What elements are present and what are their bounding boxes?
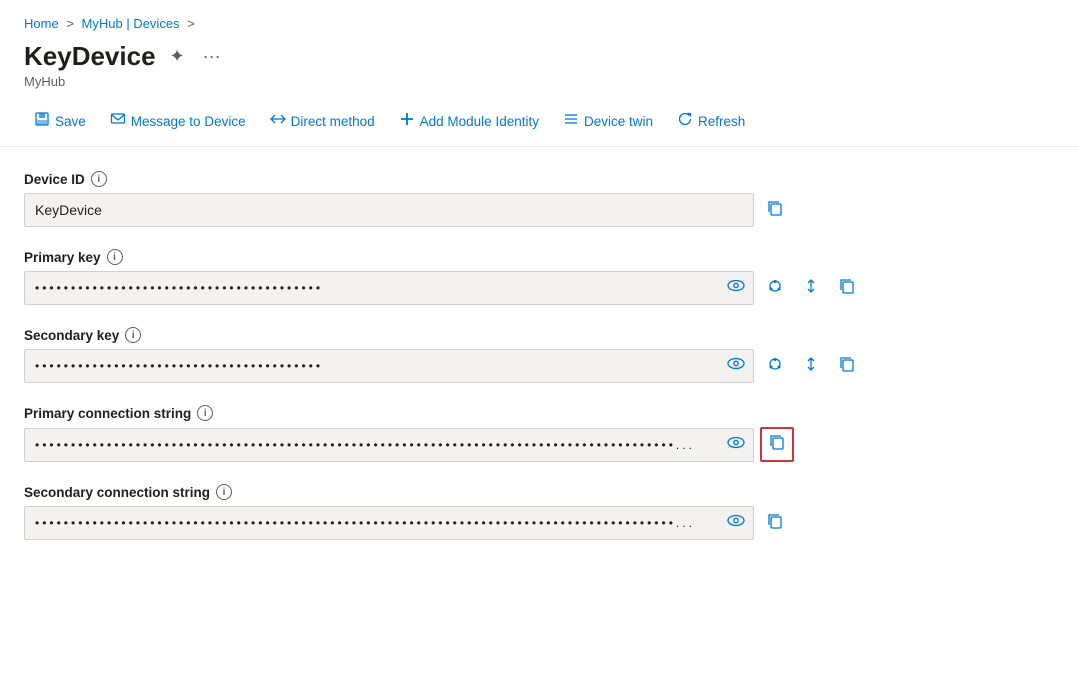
save-button[interactable]: Save <box>24 105 96 138</box>
secondary-connection-copy-button[interactable] <box>760 508 790 539</box>
eye-icon <box>727 279 745 293</box>
breadcrumb-sep2: > <box>187 16 195 31</box>
breadcrumb-hub-devices[interactable]: MyHub | Devices <box>82 16 180 31</box>
message-label: Message to Device <box>131 114 246 129</box>
primary-key-group: Primary key i ••••••••••••••••••••••••••… <box>24 249 936 305</box>
copy-icon <box>838 277 856 295</box>
direct-method-icon <box>270 111 286 132</box>
primary-key-input[interactable]: •••••••••••••••••••••••••••••••••••••••• <box>24 271 754 305</box>
more-options-icon[interactable]: ··· <box>199 44 225 69</box>
add-module-label: Add Module Identity <box>420 114 539 129</box>
direct-method-label: Direct method <box>291 114 375 129</box>
content-area: Device ID i KeyDevice Primary key i ••••… <box>0 147 960 586</box>
primary-key-eye-button[interactable] <box>725 277 747 300</box>
device-id-group: Device ID i KeyDevice <box>24 171 936 227</box>
secondary-key-copy-button[interactable] <box>832 351 862 382</box>
secondary-key-info-icon[interactable]: i <box>125 327 141 343</box>
device-twin-label: Device twin <box>584 114 653 129</box>
message-to-device-button[interactable]: Message to Device <box>100 105 256 138</box>
swap-icon <box>802 277 820 295</box>
primary-key-value: •••••••••••••••••••••••••••••••••••••••• <box>35 281 717 295</box>
toolbar: Save Message to Device Direct method <box>0 97 1078 147</box>
secondary-key-regen-button[interactable] <box>760 351 790 382</box>
device-id-info-icon[interactable]: i <box>91 171 107 187</box>
regenerate-icon <box>766 355 784 373</box>
refresh-icon <box>677 111 693 132</box>
save-label: Save <box>55 114 86 129</box>
refresh-button[interactable]: Refresh <box>667 105 755 138</box>
copy-icon <box>768 433 786 451</box>
primary-connection-string-group: Primary connection string i ••••••••••••… <box>24 405 936 462</box>
device-id-value: KeyDevice <box>35 202 743 218</box>
refresh-label: Refresh <box>698 114 745 129</box>
secondary-key-label: Secondary key i <box>24 327 936 343</box>
primary-connection-string-input[interactable]: ••••••••••••••••••••••••••••••••••••••••… <box>24 428 754 462</box>
device-id-row: KeyDevice <box>24 193 936 227</box>
breadcrumb-sep1: > <box>66 16 74 31</box>
primary-key-label: Primary key i <box>24 249 936 265</box>
primary-connection-string-label: Primary connection string i <box>24 405 936 421</box>
page-title: KeyDevice <box>24 41 156 72</box>
device-id-copy-button[interactable] <box>760 195 790 226</box>
primary-connection-string-row: ••••••••••••••••••••••••••••••••••••••••… <box>24 427 936 462</box>
primary-key-info-icon[interactable]: i <box>107 249 123 265</box>
primary-key-row: •••••••••••••••••••••••••••••••••••••••• <box>24 271 936 305</box>
secondary-connection-eye-button[interactable] <box>725 512 747 535</box>
primary-connection-copy-button[interactable] <box>760 427 794 462</box>
device-twin-icon <box>563 111 579 132</box>
eye-icon <box>727 357 745 371</box>
secondary-connection-string-input[interactable]: ••••••••••••••••••••••••••••••••••••••••… <box>24 506 754 540</box>
secondary-key-swap-button[interactable] <box>796 351 826 382</box>
eye-icon <box>727 435 745 449</box>
copy-icon <box>766 512 784 530</box>
device-twin-button[interactable]: Device twin <box>553 105 663 138</box>
secondary-connection-string-row: ••••••••••••••••••••••••••••••••••••••••… <box>24 506 936 540</box>
secondary-key-value: •••••••••••••••••••••••••••••••••••••••• <box>35 359 717 373</box>
save-icon <box>34 111 50 132</box>
device-id-input[interactable]: KeyDevice <box>24 193 754 227</box>
breadcrumb: Home > MyHub | Devices > <box>0 0 1078 37</box>
secondary-connection-string-value: ••••••••••••••••••••••••••••••••••••••••… <box>35 516 717 530</box>
direct-method-button[interactable]: Direct method <box>260 105 385 138</box>
pin-icon[interactable]: ✦ <box>166 44 189 69</box>
eye-icon <box>727 514 745 528</box>
secondary-key-input[interactable]: •••••••••••••••••••••••••••••••••••••••• <box>24 349 754 383</box>
page-header: KeyDevice ✦ ··· MyHub <box>0 37 1078 97</box>
secondary-connection-string-group: Secondary connection string i ••••••••••… <box>24 484 936 540</box>
primary-key-swap-button[interactable] <box>796 273 826 304</box>
copy-icon <box>766 199 784 217</box>
secondary-connection-string-label: Secondary connection string i <box>24 484 936 500</box>
breadcrumb-home[interactable]: Home <box>24 16 59 31</box>
secondary-connection-info-icon[interactable]: i <box>216 484 232 500</box>
device-id-label: Device ID i <box>24 171 936 187</box>
swap-icon <box>802 355 820 373</box>
primary-connection-info-icon[interactable]: i <box>197 405 213 421</box>
secondary-key-group: Secondary key i ••••••••••••••••••••••••… <box>24 327 936 383</box>
message-icon <box>110 111 126 132</box>
secondary-key-row: •••••••••••••••••••••••••••••••••••••••• <box>24 349 936 383</box>
primary-key-regen-button[interactable] <box>760 273 790 304</box>
secondary-key-eye-button[interactable] <box>725 355 747 378</box>
add-icon <box>399 111 415 132</box>
primary-connection-eye-button[interactable] <box>725 433 747 456</box>
primary-connection-string-value: ••••••••••••••••••••••••••••••••••••••••… <box>35 438 717 452</box>
page-subtitle: MyHub <box>24 74 1054 89</box>
regenerate-icon <box>766 277 784 295</box>
add-module-identity-button[interactable]: Add Module Identity <box>389 105 549 138</box>
copy-icon <box>838 355 856 373</box>
primary-key-copy-button[interactable] <box>832 273 862 304</box>
